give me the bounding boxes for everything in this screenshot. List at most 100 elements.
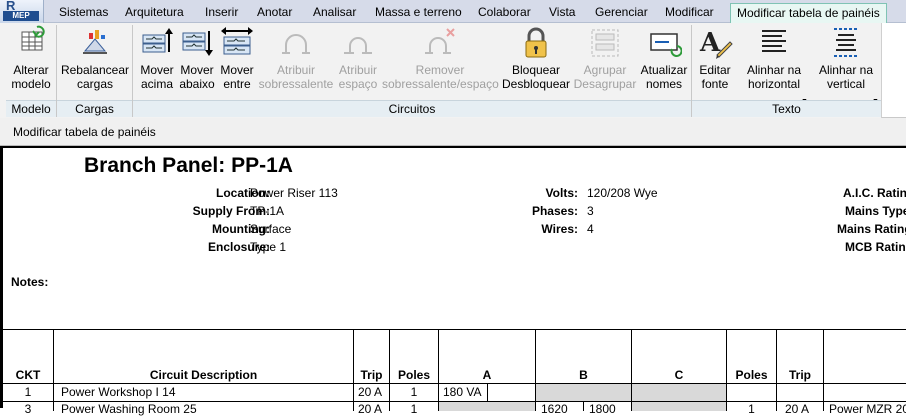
remove-spare-label-2: sobressalente/espaço: [382, 77, 499, 91]
assign-spare-label-2: sobressalente: [258, 77, 334, 91]
row1-phase-a-load[interactable]: 180 VA: [443, 385, 481, 399]
move-up-button[interactable]: Mover acima: [137, 25, 177, 91]
row1-description[interactable]: Power Workshop I 14: [61, 385, 176, 399]
field-value-wires[interactable]: 4: [587, 222, 594, 236]
remove-spare-button[interactable]: Remover sobressalente/espaço: [382, 25, 499, 91]
align-vertical-button[interactable]: Alinhar na vertical ▼: [813, 25, 879, 105]
move-up-icon: [139, 25, 175, 61]
move-up-label-2: acima: [140, 77, 173, 91]
tab-vista[interactable]: Vista: [549, 5, 575, 19]
col-header-trip-right: Trip: [788, 368, 811, 382]
assign-space-icon: [340, 25, 376, 61]
field-label-mains-rating: Mains Rating: [837, 222, 906, 236]
field-value-mounting[interactable]: Surface: [250, 222, 291, 236]
tab-massa-e-terreno[interactable]: Massa e terreno: [375, 5, 462, 19]
change-template-label-1: Alterar: [13, 63, 49, 77]
remove-spare-icon: [422, 25, 458, 61]
context-bar: Modificar tabela de painéis: [0, 118, 906, 146]
align-horizontal-icon: [756, 25, 792, 61]
edit-font-label-1: Editar: [699, 63, 731, 77]
col-header-poles-right: Poles: [735, 368, 768, 382]
align-horizontal-button[interactable]: Alinhar na horizontal ▼: [740, 25, 808, 105]
group-ungroup-button[interactable]: Agrupar Desagrupar: [572, 25, 638, 91]
align-horizontal-label-1: Alinhar na: [746, 63, 802, 77]
panel-label-texto: Texto: [692, 100, 881, 117]
field-value-location[interactable]: Power Riser 113: [250, 186, 338, 200]
group-icon: [587, 25, 623, 61]
tab-modificar-tabela-de-paineis[interactable]: Modificar tabela de painéis: [730, 3, 887, 24]
row2-right-poles[interactable]: 1: [727, 402, 776, 416]
move-across-icon: [219, 25, 255, 61]
move-up-label-1: Mover: [140, 63, 174, 77]
assign-spare-button[interactable]: Atribuir sobressalente: [258, 25, 334, 91]
col-header-ckt: CKT: [15, 368, 41, 382]
row2-poles[interactable]: 1: [390, 402, 438, 416]
field-label-aic-rating: A.I.C. Rating: [843, 186, 906, 200]
field-value-supply-from[interactable]: TP-1A: [250, 204, 284, 218]
shaded-cell: [536, 384, 631, 401]
row2-description[interactable]: Power Washing Room 25: [61, 402, 197, 416]
row1-poles[interactable]: 1: [390, 385, 438, 399]
remove-spare-label-1: Remover: [415, 63, 465, 77]
grid-line: [823, 330, 824, 411]
assign-space-label-2: espaço: [338, 77, 378, 91]
align-vertical-label-2: vertical: [826, 77, 865, 91]
panel-label-cargas: Cargas: [57, 100, 132, 117]
align-vertical-label-1: Alinhar na: [818, 63, 874, 77]
change-template-button[interactable]: Alterar modelo: [7, 25, 55, 91]
field-label-phases: Phases:: [531, 204, 578, 218]
panel-schedule-view[interactable]: Branch Panel: PP-1A Location: Power Rise…: [0, 146, 906, 416]
tab-gerenciar[interactable]: Gerenciar: [595, 5, 648, 19]
application-menu-button[interactable]: R MEP: [0, 0, 44, 23]
move-down-label-2: abaixo: [179, 77, 215, 91]
move-across-button[interactable]: Mover entre: [217, 25, 257, 91]
row2-phase-b-load-2[interactable]: 1800: [589, 402, 616, 416]
update-names-label-2: nomes: [645, 77, 683, 91]
assign-spare-label-1: Atribuir: [276, 63, 315, 77]
field-label-volts: Volts:: [545, 186, 578, 200]
panel-label-modelo: Modelo: [6, 100, 56, 117]
notes-label: Notes:: [11, 275, 49, 289]
assign-space-button[interactable]: Atribuir espaço: [335, 25, 381, 91]
move-across-label-1: Mover: [220, 63, 254, 77]
align-horizontal-label-2: horizontal: [747, 77, 801, 91]
edit-font-button[interactable]: A Editar fonte: [695, 25, 735, 91]
svg-text:A: A: [699, 28, 721, 58]
group-label-1: Agrupar: [583, 63, 627, 77]
row2-phase-b-load-1[interactable]: 1620: [541, 402, 568, 416]
row2-right-trip[interactable]: 20 A: [785, 402, 809, 416]
tab-modificar[interactable]: Modificar: [665, 5, 714, 19]
tab-colaborar[interactable]: Colaborar: [478, 5, 531, 19]
update-names-button[interactable]: Atualizar nomes: [640, 25, 688, 91]
tab-arquitetura[interactable]: Arquitetura: [125, 5, 184, 19]
menu-bar: R MEP Sistemas Arquitetura Inserir Anota…: [0, 0, 906, 24]
row1-trip[interactable]: 20 A: [358, 385, 382, 399]
tab-analisar[interactable]: Analisar: [313, 5, 356, 19]
update-names-icon: [646, 25, 683, 61]
lock-label-1: Bloquear: [511, 63, 561, 77]
context-bar-label: Modificar tabela de painéis: [13, 125, 156, 139]
group-label-2: Desagrupar: [573, 77, 637, 91]
field-value-enclosure[interactable]: Type 1: [250, 240, 286, 254]
col-header-phase-b: B: [579, 368, 588, 382]
row2-ckt[interactable]: 3: [3, 402, 53, 416]
rebalance-loads-button[interactable]: Rebalancear cargas: [60, 25, 130, 91]
field-value-volts[interactable]: 120/208 Wye: [587, 186, 658, 200]
tab-inserir[interactable]: Inserir: [205, 5, 238, 19]
move-down-button[interactable]: Mover abaixo: [177, 25, 217, 91]
update-names-label-1: Atualizar: [640, 63, 688, 77]
field-value-phases[interactable]: 3: [587, 204, 594, 218]
row1-ckt[interactable]: 1: [3, 385, 53, 399]
lock-icon: [518, 25, 554, 61]
tab-sistemas[interactable]: Sistemas: [59, 5, 108, 19]
col-header-circuit-description: Circuit Description: [149, 368, 258, 382]
tab-anotar[interactable]: Anotar: [257, 5, 292, 19]
row2-right-description[interactable]: Power MZR 20: [829, 402, 906, 416]
move-down-icon: [179, 25, 215, 61]
col-header-phase-c: C: [674, 368, 684, 382]
lock-unlock-button[interactable]: Bloquear Desbloquear: [502, 25, 570, 91]
move-down-label-1: Mover: [180, 63, 214, 77]
row2-trip[interactable]: 20 A: [358, 402, 382, 416]
schedule-title-label: Branch Panel:: [84, 154, 226, 177]
edit-font-label-2: fonte: [701, 77, 729, 91]
